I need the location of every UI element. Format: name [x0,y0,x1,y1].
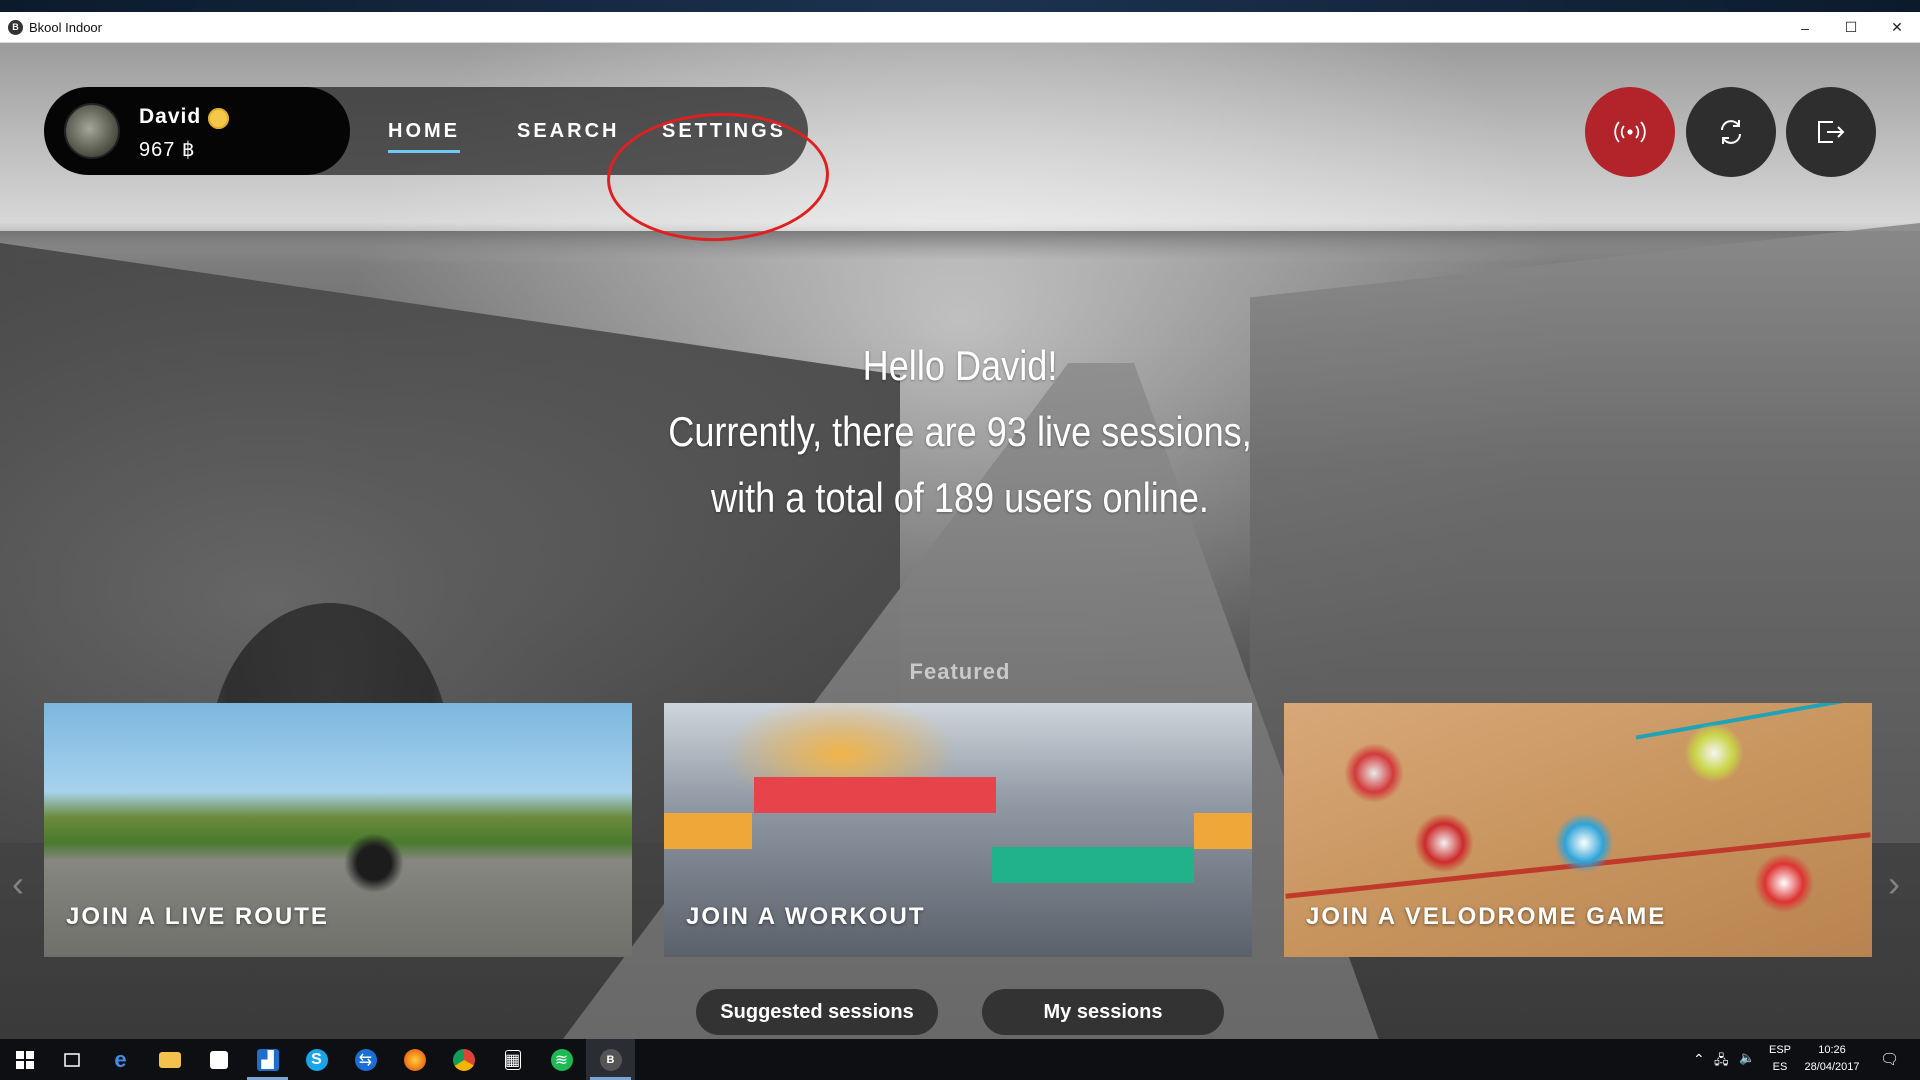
clock-time: 10:26 [1818,1044,1846,1056]
user-name: David [139,105,202,128]
nav-settings-tab[interactable]: SETTINGS [662,87,786,175]
task-view-glyph-icon [63,1052,80,1067]
my-sessions-button[interactable]: My sessions [982,989,1224,1035]
skype-icon[interactable]: S [292,1039,341,1080]
app-icon: B [8,19,23,35]
minimize-button[interactable]: – [1782,12,1828,43]
logout-button[interactable] [1786,87,1876,177]
featured-card-title: JOIN A VELODROME GAME [1306,903,1667,930]
velodrome-rider [1344,743,1404,803]
teamviewer-icon[interactable]: ⇆ [341,1039,390,1080]
live-sessions-count-text: Currently, there are 93 live sessions, [668,408,1252,455]
bkool-taskbar-letter: B [599,1048,622,1071]
maximize-button[interactable]: ☐ [1828,12,1874,43]
velodrome-rider [1414,813,1474,873]
edge-icon[interactable]: e [96,1039,145,1080]
keyboard-layout-code: ES [1772,1061,1788,1073]
action-center-icon[interactable]: 🗨 [1880,1050,1899,1068]
chevron-left-icon[interactable]: ‹ [12,863,24,905]
broadcast-icon [1614,121,1646,143]
featured-heading: Featured [909,659,1011,684]
app-main: David 967 ฿ HOME SEARCH SETTINGS Hello D… [0,43,1920,1039]
file-explorer-icon[interactable] [145,1039,194,1080]
firefox-icon[interactable] [390,1039,439,1080]
window-title-bar: B Bkool Indoor – ☐ ✕ [0,12,1920,43]
chrome-icon[interactable] [439,1039,488,1080]
chevron-right-icon[interactable]: › [1888,863,1900,905]
featured-card-live-route[interactable]: JOIN A LIVE ROUTE [44,703,632,957]
workout-interval-block [664,813,752,849]
desktop-background-strip [0,0,1920,12]
chart-app-icon[interactable]: ▟ [243,1039,292,1080]
workout-interval-block [1194,813,1252,849]
workout-interval-block [754,777,996,813]
bkool-icon[interactable]: B [586,1039,635,1080]
logout-icon [1818,121,1845,143]
users-online-count-text: with a total of 189 users online. [711,474,1209,521]
keyboard-language-indicator[interactable]: ESP ES [1768,1042,1792,1076]
language-code: ESP [1768,1044,1791,1056]
windows-logo-icon [15,1050,34,1069]
main-nav: HOME SEARCH SETTINGS [300,87,808,175]
user-balance: 967 ฿ [139,139,196,161]
volume-icon[interactable]: 🔈 [1739,1050,1755,1066]
featured-card-title: JOIN A WORKOUT [686,903,926,930]
sync-icon [1721,120,1741,144]
workout-interval-block [992,847,1194,883]
featured-card-workout[interactable]: JOIN A WORKOUT [664,703,1252,957]
welcome-message: Hello David! Currently, there are 93 liv… [616,333,1304,531]
featured-card-velodrome[interactable]: JOIN A VELODROME GAME [1284,703,1872,957]
windows-start-icon[interactable] [0,1039,49,1080]
sync-button[interactable] [1686,87,1776,177]
store-icon[interactable] [194,1039,243,1080]
live-sessions-button[interactable] [1585,87,1675,177]
window-controls: – ☐ ✕ [1782,12,1920,43]
task-view-icon[interactable] [47,1039,96,1080]
card-route-cyclist [344,833,404,893]
avatar-icon[interactable] [64,103,120,159]
chevron-up-icon[interactable]: ⌃ [1693,1051,1705,1068]
window-title: Bkool Indoor [29,19,102,35]
velodrome-rider [1754,853,1814,913]
system-clock[interactable]: 10:26 28/04/2017 [1800,1042,1864,1076]
spotify-icon[interactable]: ≋ [537,1039,586,1080]
velodrome-rider [1554,813,1614,873]
welcome-greeting: Hello David! [862,342,1058,389]
nav-search-tab[interactable]: SEARCH [517,87,619,175]
calculator-icon[interactable]: ▦ [488,1039,537,1080]
featured-card-title: JOIN A LIVE ROUTE [66,903,329,930]
network-icon[interactable]: 🖧 [1714,1051,1729,1073]
suggested-sessions-button[interactable]: Suggested sessions [696,989,938,1035]
user-profile-pill[interactable]: David 967 ฿ [44,87,350,175]
coin-icon [208,108,229,129]
velodrome-rider [1684,723,1744,783]
nav-home-tab[interactable]: HOME [388,87,460,175]
close-button[interactable]: ✕ [1874,12,1920,43]
clock-date: 28/04/2017 [1804,1061,1860,1073]
windows-taskbar: e ▟ S ⇆ ▦ ≋ B ⌃ 🖧 🔈 ESP ES 10:26 28/04/2… [0,1039,1920,1080]
track-line [1635,703,1872,740]
